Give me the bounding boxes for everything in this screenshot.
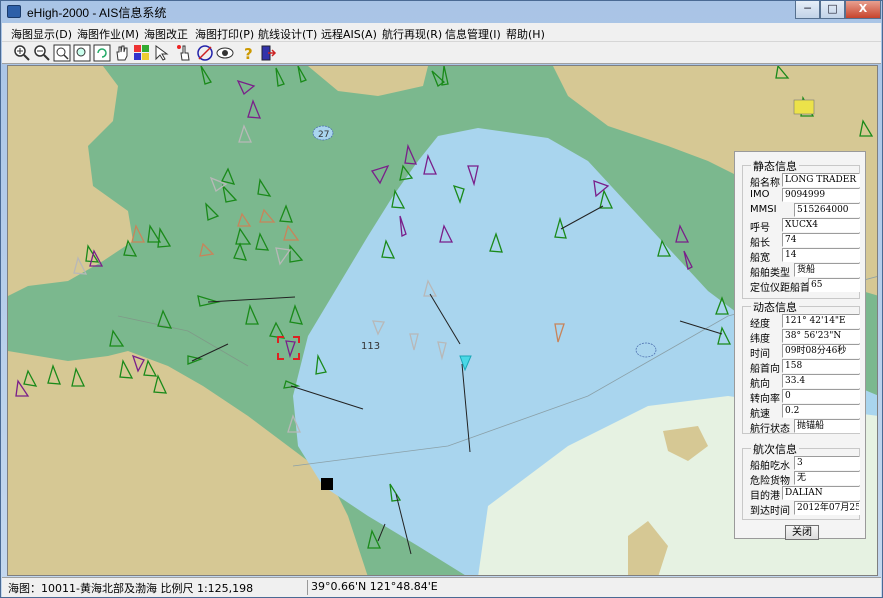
- dynamic-info-value: 33.4: [782, 374, 860, 388]
- static-info-value: XUCX4: [782, 218, 860, 232]
- static-info-label: MMSI: [750, 204, 777, 215]
- static-info-value: 74: [782, 233, 860, 247]
- menu-remote-ais[interactable]: 远程AIS(A): [321, 26, 377, 42]
- menu-chart-display[interactable]: 海图显示(D): [11, 26, 72, 42]
- dynamic-info-group: 动态信息 经度 121° 42'14"E 纬度 38° 56'23"N 时间 09时08分…: [742, 299, 860, 435]
- app-icon: [7, 5, 21, 18]
- zoom-box-icon[interactable]: [53, 44, 71, 62]
- static-info-label: 船舶类型: [750, 268, 790, 279]
- svg-text:?: ?: [244, 45, 253, 62]
- menu-chart-work[interactable]: 海图作业(M): [77, 26, 139, 42]
- voyage-info-group: 航次信息 船舶吃水 3 危险货物无目的港 DALIAN 到达时间 2012年07月25: [742, 441, 860, 520]
- menu-info-management[interactable]: 信息管理(I): [445, 26, 501, 42]
- voyage-info-value: DALIAN: [782, 486, 860, 500]
- status-coordinates: 39°0.66'N 121°48.84'E: [307, 580, 438, 595]
- layers-icon[interactable]: [133, 44, 151, 62]
- voyage-info-value: 3: [794, 456, 860, 470]
- window-title: eHigh-2000 - AIS信息系统: [27, 6, 167, 20]
- voyage-info-title: 航次信息: [751, 441, 799, 457]
- menu-chart-correction[interactable]: 海图改正: [144, 26, 188, 42]
- status-chart-info: 海图：10011-黄海北部及渤海 比例尺 1:125,198: [8, 582, 254, 595]
- exit-icon[interactable]: [259, 44, 277, 62]
- zoom-fit-icon[interactable]: [73, 44, 91, 62]
- static-info-group: 静态信息 船名称 LONG TRADER IMO 9094999 MMSI 5152640…: [742, 158, 860, 299]
- static-info-value: 货船: [794, 263, 860, 277]
- static-info-title: 静态信息: [751, 158, 799, 174]
- dynamic-info-value: 09时08分46秒: [782, 344, 860, 358]
- voyage-info-label: 危险货物: [750, 476, 790, 487]
- ship-info-panel: 静态信息 船名称 LONG TRADER IMO 9094999 MMSI 5152640…: [734, 151, 866, 540]
- voyage-info-label: 到达时间: [750, 506, 790, 517]
- menu-help[interactable]: 帮助(H): [506, 26, 545, 42]
- dynamic-info-value: 抛锚船: [794, 419, 860, 433]
- menu-bar: 海图显示(D) 海图作业(M) 海图改正 海图打印(P) 航线设计(T) 远程A…: [2, 23, 881, 42]
- maximize-button[interactable]: □: [820, 1, 845, 19]
- dynamic-info-title: 动态信息: [751, 299, 799, 315]
- voyage-info-value: 2012年07月25: [794, 501, 860, 515]
- dynamic-info-value: 0.2: [782, 404, 860, 418]
- static-info-value: LONG TRADER: [782, 173, 860, 187]
- status-bar: 海图：10011-黄海北部及渤海 比例尺 1:125,198 39°0.66'N…: [2, 577, 881, 597]
- dynamic-info-value: 38° 56'23"N: [782, 329, 860, 343]
- circle-tool-icon[interactable]: [196, 44, 214, 62]
- menu-chart-print[interactable]: 海图打印(P): [195, 26, 254, 42]
- dynamic-info-label: 航行状态: [750, 424, 790, 435]
- dynamic-info-value: 121° 42'14"E: [782, 314, 860, 328]
- dynamic-info-value: 0: [782, 389, 860, 403]
- chart-marker: [321, 478, 333, 490]
- depth-label-2: 113: [361, 341, 380, 352]
- toolbar: ?: [2, 42, 881, 64]
- refresh-icon[interactable]: [93, 44, 111, 62]
- menu-route-design[interactable]: 航线设计(T): [258, 26, 317, 42]
- select-arrow-icon[interactable]: [153, 44, 171, 62]
- menu-voyage-replay[interactable]: 航行再现(R): [382, 26, 442, 42]
- dynamic-info-value: 158: [782, 359, 860, 373]
- static-info-label: 定位仪距船首: [750, 283, 810, 294]
- static-info-value: 65: [808, 278, 860, 292]
- zoom-out-icon[interactable]: [33, 44, 51, 62]
- help-icon[interactable]: ?: [239, 44, 257, 62]
- pan-hand-icon[interactable]: [113, 44, 131, 62]
- pick-hand-icon[interactable]: [176, 44, 194, 62]
- depth-label-1: 27: [318, 130, 329, 140]
- static-info-value: 515264000: [794, 203, 860, 217]
- title-bar: eHigh-2000 - AIS信息系统 ─ □ X: [1, 1, 883, 23]
- close-window-button[interactable]: X: [845, 1, 881, 19]
- voyage-info-value: 无: [794, 471, 860, 485]
- zoom-in-icon[interactable]: [13, 44, 31, 62]
- close-panel-button[interactable]: 关闭: [785, 525, 819, 540]
- static-info-value: 9094999: [782, 188, 860, 202]
- voyage-info-label: 船舶吃水: [750, 461, 790, 472]
- static-info-value: 14: [782, 248, 860, 262]
- minimize-button[interactable]: ─: [795, 1, 820, 19]
- eye-icon[interactable]: [216, 44, 234, 62]
- app-window: eHigh-2000 - AIS信息系统 ─ □ X 海图显示(D) 海图作业(…: [0, 0, 883, 598]
